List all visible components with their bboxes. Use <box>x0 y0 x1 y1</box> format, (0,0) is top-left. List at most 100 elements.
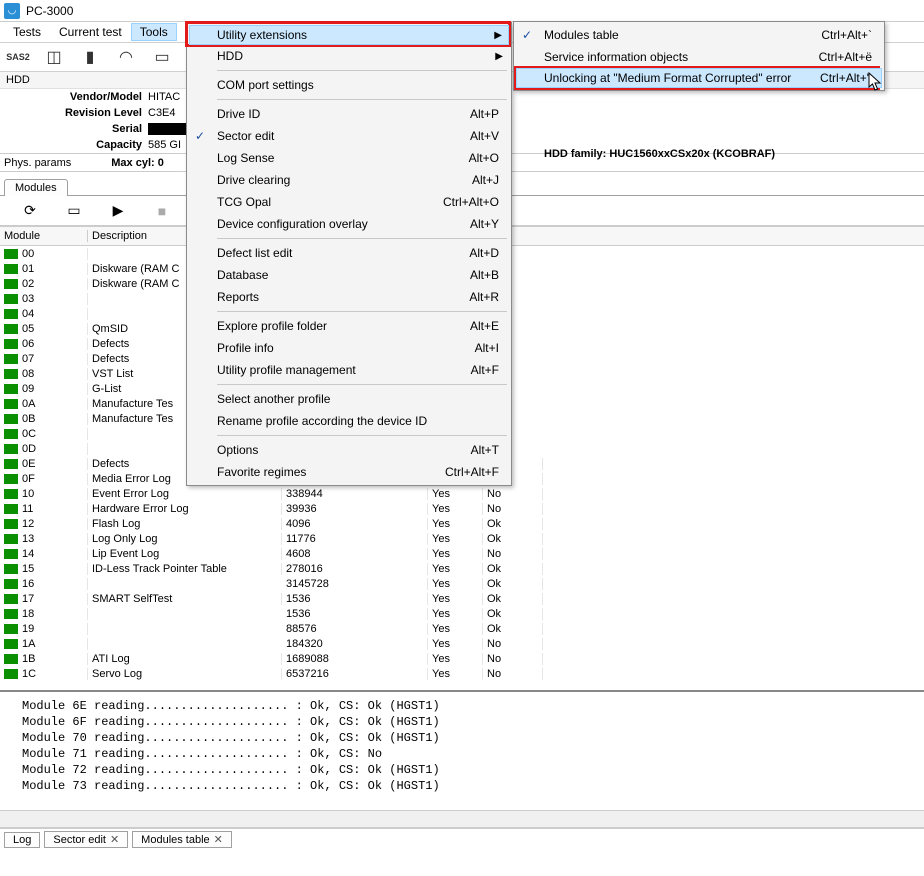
menu-item-label: Drive ID <box>217 107 260 121</box>
status-dot-icon <box>4 654 18 664</box>
table-row[interactable]: 12Flash Log4096YesOk <box>0 516 924 531</box>
module-desc: SMART SelfTest <box>88 593 282 605</box>
bottom-tab-log[interactable]: Log <box>4 832 40 848</box>
shortcut-label: Ctrl+Alt+` <box>821 28 872 42</box>
menu-current-test[interactable]: Current test <box>50 23 131 41</box>
cyl-icon[interactable]: ◫ <box>40 45 68 69</box>
status-dot-icon <box>4 324 18 334</box>
module-id: 0A <box>22 398 35 410</box>
sas2-icon[interactable]: SAS2 <box>4 45 32 69</box>
module-size: 338944 <box>282 488 428 500</box>
submenu-item-modules-table[interactable]: ✓Modules tableCtrl+Alt+` <box>516 24 882 46</box>
col-module[interactable]: Module <box>0 230 88 242</box>
menu-item-drive-clearing[interactable]: Drive clearingAlt+J <box>189 169 509 191</box>
menu-item-tcg-opal[interactable]: TCG OpalCtrl+Alt+O <box>189 191 509 213</box>
menu-item-label: Reports <box>217 290 259 304</box>
table-row[interactable]: 181536YesOk <box>0 606 924 621</box>
module-desc: Log Only Log <box>88 533 282 545</box>
table-row[interactable]: 163145728YesOk <box>0 576 924 591</box>
menu-item-device-configuration-overlay[interactable]: Device configuration overlayAlt+Y <box>189 213 509 235</box>
module-col-b: Ok <box>483 593 543 605</box>
bottom-tab-modules-table[interactable]: Modules table ✕ <box>132 831 232 848</box>
status-dot-icon <box>4 309 18 319</box>
module-id: 05 <box>22 323 34 335</box>
menu-item-explore-profile-folder[interactable]: Explore profile folderAlt+E <box>189 315 509 337</box>
menu-item-utility-profile-management[interactable]: Utility profile managementAlt+F <box>189 359 509 381</box>
menu-item-hdd[interactable]: HDD▶ <box>189 45 509 67</box>
table-row[interactable]: 11Hardware Error Log39936YesNo <box>0 501 924 516</box>
module-col-b: Ok <box>483 608 543 620</box>
open-icon[interactable]: ▭ <box>60 200 88 222</box>
menu-tools[interactable]: Tools <box>131 23 177 41</box>
shortcut-label: Alt+E <box>470 319 499 333</box>
submenu-item-service-information-objects[interactable]: Service information objectsCtrl+Alt+ё <box>516 46 882 68</box>
menu-item-label: Rename profile according the device ID <box>217 414 427 428</box>
play-icon[interactable]: ▶ <box>104 200 132 222</box>
menu-item-sector-edit[interactable]: ✓Sector editAlt+V <box>189 125 509 147</box>
table-row[interactable]: 14Lip Event Log4608YesNo <box>0 546 924 561</box>
module-size: 1536 <box>282 608 428 620</box>
module-id: 0D <box>22 443 36 455</box>
menu-item-options[interactable]: OptionsAlt+T <box>189 439 509 461</box>
menu-item-select-another-profile[interactable]: Select another profile <box>189 388 509 410</box>
module-id: 0B <box>22 413 35 425</box>
tab-modules[interactable]: Modules <box>4 179 68 196</box>
module-icon[interactable]: ▭ <box>148 45 176 69</box>
table-row[interactable]: 10Event Error Log338944YesNo <box>0 486 924 501</box>
module-col-a: Yes <box>428 578 483 590</box>
horizontal-scrollbar[interactable] <box>0 810 924 828</box>
title-bar: ◡ PC-3000 <box>0 0 924 22</box>
menu-bar: TestsCurrent testToolsViewUsers testsWin… <box>0 22 924 42</box>
menu-item-log-sense[interactable]: Log SenseAlt+O <box>189 147 509 169</box>
menu-item-utility-extensions[interactable]: Utility extensions▶ <box>189 25 509 45</box>
log-output: Module 6E reading.................... : … <box>0 690 924 810</box>
menu-item-com-port-settings[interactable]: COM port settings <box>189 74 509 96</box>
menu-item-reports[interactable]: ReportsAlt+R <box>189 286 509 308</box>
module-size: 4096 <box>282 518 428 530</box>
table-row[interactable]: 1988576YesOk <box>0 621 924 636</box>
menu-item-label: HDD <box>217 49 243 63</box>
module-desc: Hardware Error Log <box>88 503 282 515</box>
status-dot-icon <box>4 279 18 289</box>
capacity-label: Capacity <box>0 139 148 151</box>
shortcut-label: Alt+F <box>471 363 499 377</box>
close-icon[interactable]: ✕ <box>214 833 223 846</box>
table-row[interactable]: 1BATI Log1689088YesNo <box>0 651 924 666</box>
module-col-b: No <box>483 653 543 665</box>
status-dot-icon <box>4 414 18 424</box>
module-col-a: Yes <box>428 608 483 620</box>
close-icon[interactable]: ✕ <box>110 833 119 846</box>
menu-item-database[interactable]: DatabaseAlt+B <box>189 264 509 286</box>
submenu-item-unlocking-at-medium-format-cor[interactable]: Unlocking at "Medium Format Corrupted" e… <box>516 68 882 88</box>
module-size: 39936 <box>282 503 428 515</box>
menu-item-rename-profile-according-the-device-id[interactable]: Rename profile according the device ID <box>189 410 509 432</box>
menu-item-defect-list-edit[interactable]: Defect list editAlt+D <box>189 242 509 264</box>
stop-icon[interactable]: ■ <box>148 200 176 222</box>
module-size: 278016 <box>282 563 428 575</box>
module-id: 08 <box>22 368 34 380</box>
table-row[interactable]: 15ID-Less Track Pointer Table278016YesOk <box>0 561 924 576</box>
check-icon: ✓ <box>522 28 532 42</box>
status-dot-icon <box>4 669 18 679</box>
table-row[interactable]: 17SMART SelfTest1536YesOk <box>0 591 924 606</box>
module-id: 00 <box>22 248 34 260</box>
module-col-b: No <box>483 668 543 680</box>
shortcut-label: Alt+I <box>475 341 499 355</box>
module-col-a: Yes <box>428 668 483 680</box>
module-id: 1B <box>22 653 35 665</box>
submenu-arrow-icon: ▶ <box>494 30 502 41</box>
disk-icon[interactable]: ◠ <box>112 45 140 69</box>
refresh-icon[interactable]: ⟳ <box>16 200 44 222</box>
menu-item-label: Select another profile <box>217 392 330 406</box>
chip-icon[interactable]: ▮ <box>76 45 104 69</box>
menu-item-favorite-regimes[interactable]: Favorite regimesCtrl+Alt+F <box>189 461 509 483</box>
table-row[interactable]: 1CServo Log6537216YesNo <box>0 666 924 681</box>
tab-label: Modules table <box>141 834 210 846</box>
table-row[interactable]: 1A184320YesNo <box>0 636 924 651</box>
bottom-tab-sector-edit[interactable]: Sector edit✕ <box>44 831 128 848</box>
table-row[interactable]: 13Log Only Log11776YesOk <box>0 531 924 546</box>
check-icon: ✓ <box>195 129 205 143</box>
menu-item-profile-info[interactable]: Profile infoAlt+I <box>189 337 509 359</box>
menu-item-drive-id[interactable]: Drive IDAlt+P <box>189 103 509 125</box>
menu-tests[interactable]: Tests <box>4 23 50 41</box>
